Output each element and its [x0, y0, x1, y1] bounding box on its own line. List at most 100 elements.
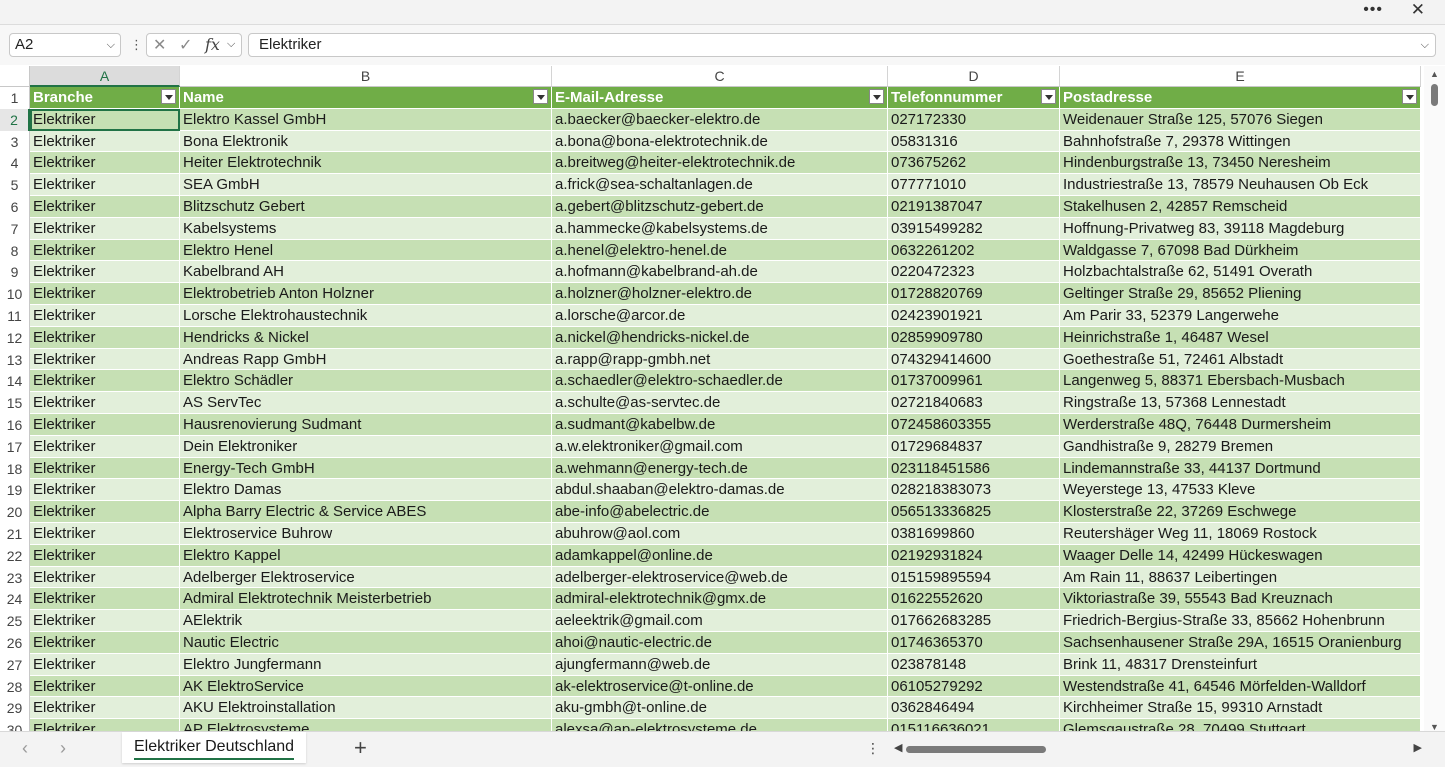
close-icon[interactable]: ✕: [1411, 0, 1425, 20]
table-cell[interactable]: ak-elektroservice@t-online.de: [552, 675, 888, 698]
scroll-thumb[interactable]: [906, 746, 1046, 753]
table-cell[interactable]: Elektriker: [30, 523, 180, 545]
row-number[interactable]: 18: [0, 457, 30, 480]
table-cell[interactable]: abuhrow@aol.com: [552, 523, 888, 545]
table-cell[interactable]: Elektriker: [30, 632, 180, 654]
row-number[interactable]: 16: [0, 414, 30, 436]
table-cell[interactable]: a.gebert@blitzschutz-gebert.de: [552, 196, 888, 218]
table-cell[interactable]: Werderstraße 48Q, 76448 Durmersheim: [1060, 414, 1421, 436]
row-number[interactable]: 8: [0, 239, 30, 262]
table-cell[interactable]: SEA GmbH: [180, 174, 552, 196]
row-number[interactable]: 12: [0, 326, 30, 349]
header-cell[interactable]: Telefonnummer: [888, 87, 1060, 109]
scroll-right-icon[interactable]: ▶: [1414, 741, 1422, 754]
table-cell[interactable]: aeleektrik@gmail.com: [552, 610, 888, 632]
table-cell[interactable]: Elektro Schädler: [180, 370, 552, 393]
table-cell[interactable]: Sachsenhausener Straße 29A, 16515 Oranie…: [1060, 632, 1421, 654]
table-cell[interactable]: AKU Elektroinstallation: [180, 697, 552, 720]
header-cell[interactable]: Name: [180, 87, 552, 109]
row-number[interactable]: 15: [0, 392, 30, 414]
table-cell[interactable]: Elektriker: [30, 544, 180, 567]
table-cell[interactable]: Elektriker: [30, 675, 180, 698]
table-cell[interactable]: AK ElektroService: [180, 675, 552, 698]
table-cell[interactable]: 028218383073: [888, 479, 1060, 502]
row-number[interactable]: 6: [0, 196, 30, 218]
enter-icon[interactable]: ✓: [179, 35, 192, 55]
table-cell[interactable]: a.lorsche@arcor.de: [552, 305, 888, 327]
table-cell[interactable]: 023878148: [888, 653, 1060, 676]
row-number[interactable]: 1: [0, 87, 30, 109]
table-cell[interactable]: Kirchheimer Straße 15, 99310 Arnstadt: [1060, 697, 1421, 720]
horizontal-scrollbar[interactable]: ◀ ▶: [894, 741, 1426, 755]
header-cell[interactable]: Postadresse: [1060, 87, 1421, 109]
table-cell[interactable]: a.schulte@as-servtec.de: [552, 392, 888, 414]
table-cell[interactable]: 056513336825: [888, 501, 1060, 523]
row-number[interactable]: 9: [0, 261, 30, 284]
table-cell[interactable]: 073675262: [888, 152, 1060, 175]
insert-function-icon[interactable]: fx: [205, 35, 220, 54]
table-cell[interactable]: Elektriker: [30, 414, 180, 436]
table-cell[interactable]: a.rapp@rapp-gmbh.net: [552, 348, 888, 371]
table-cell[interactable]: 02859909780: [888, 326, 1060, 349]
table-cell[interactable]: 02423901921: [888, 305, 1060, 327]
row-number[interactable]: 23: [0, 566, 30, 589]
table-cell[interactable]: Elektro Jungfermann: [180, 653, 552, 676]
column-header[interactable]: A: [30, 66, 180, 87]
table-cell[interactable]: 023118451586: [888, 457, 1060, 480]
more-options-icon[interactable]: •••: [1363, 1, 1383, 19]
table-cell[interactable]: Am Rain 11, 88637 Leibertingen: [1060, 566, 1421, 589]
table-cell[interactable]: Klosterstraße 22, 37269 Eschwege: [1060, 501, 1421, 523]
row-number[interactable]: 7: [0, 217, 30, 240]
column-header[interactable]: B: [180, 66, 552, 87]
table-cell[interactable]: admiral-elektrotechnik@gmx.de: [552, 588, 888, 611]
row-number[interactable]: 26: [0, 632, 30, 654]
filter-dropdown-icon[interactable]: [1041, 89, 1056, 104]
cancel-icon[interactable]: ✕: [153, 35, 166, 55]
table-cell[interactable]: a.breitweg@heiter-elektrotechnik.de: [552, 152, 888, 175]
next-sheet-icon[interactable]: ›: [60, 738, 66, 759]
table-cell[interactable]: Gandhistraße 9, 28279 Bremen: [1060, 435, 1421, 458]
column-header[interactable]: D: [888, 66, 1060, 87]
table-cell[interactable]: 072458603355: [888, 414, 1060, 436]
table-cell[interactable]: Ringstraße 13, 57368 Lennestadt: [1060, 392, 1421, 414]
expand-formula-icon[interactable]: ⌵: [1421, 34, 1429, 56]
filter-dropdown-icon[interactable]: [1402, 89, 1417, 104]
table-cell[interactable]: ajungfermann@web.de: [552, 653, 888, 676]
table-cell[interactable]: 01729684837: [888, 435, 1060, 458]
table-cell[interactable]: Elektriker: [30, 653, 180, 676]
table-cell[interactable]: Elektrobetrieb Anton Holzner: [180, 283, 552, 305]
table-cell[interactable]: Goethestraße 51, 72461 Albstadt: [1060, 348, 1421, 371]
row-number[interactable]: 5: [0, 174, 30, 196]
table-cell[interactable]: a.wehmann@energy-tech.de: [552, 457, 888, 480]
table-cell[interactable]: Alpha Barry Electric & Service ABES: [180, 501, 552, 523]
table-cell[interactable]: 01622552620: [888, 588, 1060, 611]
row-number[interactable]: 10: [0, 283, 30, 305]
table-cell[interactable]: a.sudmant@kabelbw.de: [552, 414, 888, 436]
table-cell[interactable]: 015159895594: [888, 566, 1060, 589]
header-cell[interactable]: E-Mail-Adresse: [552, 87, 888, 109]
column-header[interactable]: C: [552, 66, 888, 87]
table-cell[interactable]: a.hammecke@kabelsystems.de: [552, 217, 888, 240]
table-cell[interactable]: a.nickel@hendricks-nickel.de: [552, 326, 888, 349]
table-cell[interactable]: 0632261202: [888, 239, 1060, 262]
table-cell[interactable]: Stakelhusen 2, 42857 Remscheid: [1060, 196, 1421, 218]
table-cell[interactable]: adamkappel@online.de: [552, 544, 888, 567]
table-cell[interactable]: Elektriker: [30, 566, 180, 589]
table-cell[interactable]: Adelberger Elektroservice: [180, 566, 552, 589]
table-cell[interactable]: ahoi@nautic-electric.de: [552, 632, 888, 654]
table-cell[interactable]: Energy-Tech GmbH: [180, 457, 552, 480]
table-cell[interactable]: Elektriker: [30, 261, 180, 284]
row-number[interactable]: 14: [0, 370, 30, 393]
table-cell[interactable]: Hendricks & Nickel: [180, 326, 552, 349]
table-cell[interactable]: Elektriker: [30, 348, 180, 371]
table-cell[interactable]: Elektro Damas: [180, 479, 552, 502]
row-number[interactable]: 29: [0, 697, 30, 720]
scroll-left-icon[interactable]: ◀: [894, 741, 902, 754]
table-cell[interactable]: Am Parir 33, 52379 Langerwehe: [1060, 305, 1421, 327]
table-cell[interactable]: Langenweg 5, 88371 Ebersbach-Musbach: [1060, 370, 1421, 393]
formula-input[interactable]: Elektriker ⌵: [248, 33, 1436, 57]
row-number[interactable]: 11: [0, 305, 30, 327]
table-cell[interactable]: 074329414600: [888, 348, 1060, 371]
table-cell[interactable]: Blitzschutz Gebert: [180, 196, 552, 218]
table-cell[interactable]: Industriestraße 13, 78579 Neuhausen Ob E…: [1060, 174, 1421, 196]
